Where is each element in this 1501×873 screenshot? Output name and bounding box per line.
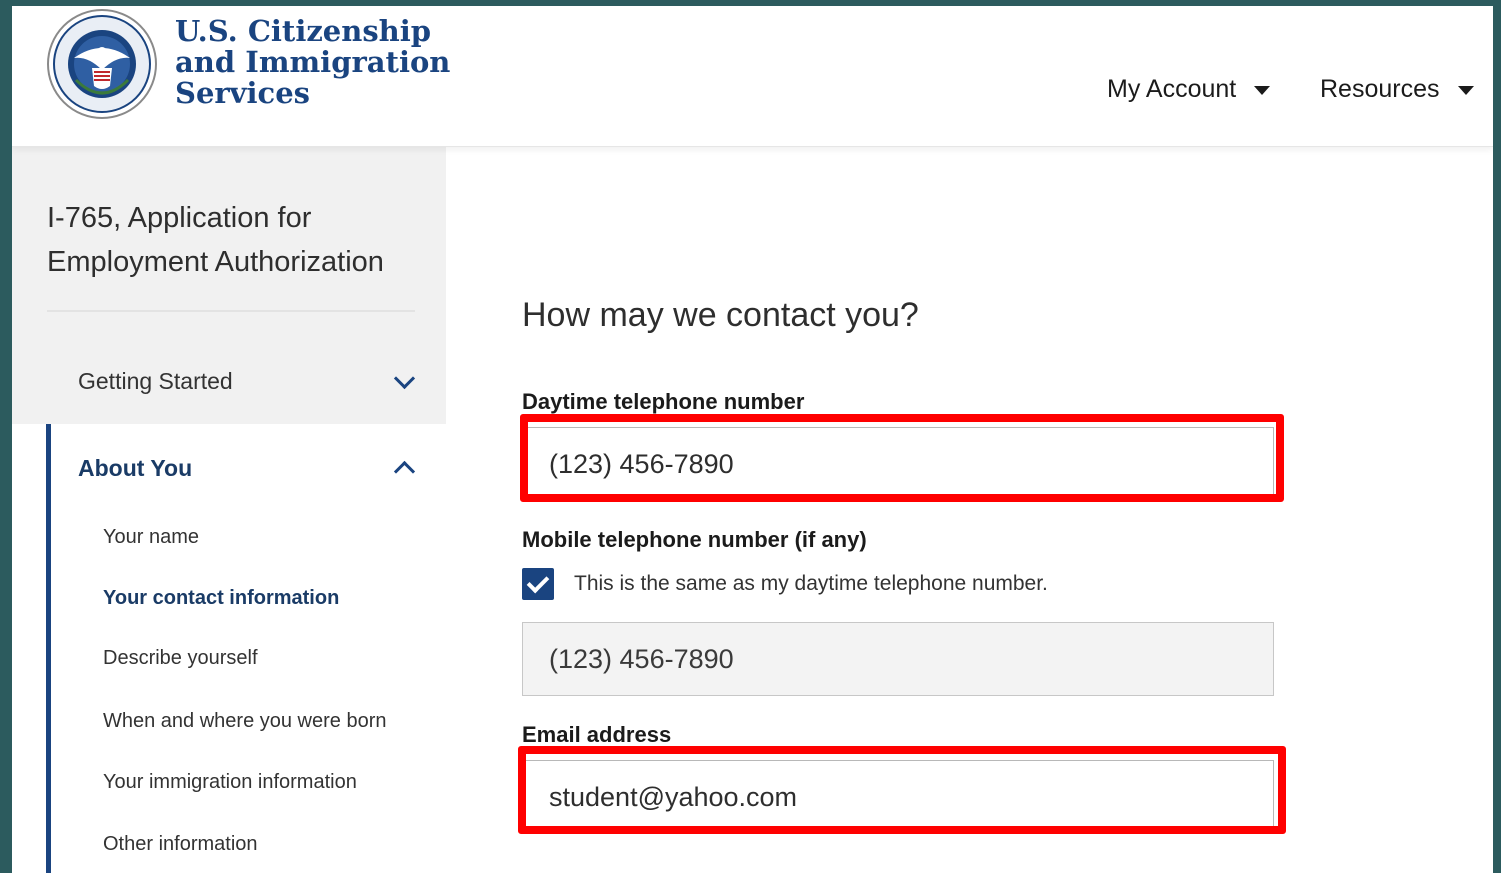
site-header: U.S. Citizenship and Immigration Service… [12,6,1493,147]
resources-menu[interactable]: Resources [1320,72,1474,106]
sidebar-item-birth-information[interactable]: When and where you were born [103,710,387,733]
chevron-down-icon [393,367,416,389]
my-account-label: My Account [1107,74,1237,103]
section-label: About You [78,454,193,481]
form-sidebar: I-765, Application for Employment Author… [12,146,446,873]
app-window: U.S. Citizenship and Immigration Service… [12,6,1493,873]
section-label: Getting Started [78,367,233,394]
resources-label: Resources [1320,74,1440,103]
agency-name-line-2: and Immigration [175,45,451,79]
same-as-daytime-label: This is the same as my daytime telephone… [574,572,1048,595]
daytime-phone-label: Daytime telephone number [522,389,805,414]
dhs-seal-icon [47,9,157,119]
mobile-phone-label: Mobile telephone number (if any) [522,527,867,552]
sidebar-item-your-contact-information[interactable]: Your contact information [103,587,339,610]
section-about-you[interactable]: About You [78,448,418,488]
same-as-daytime-checkbox-row[interactable]: This is the same as my daytime telephone… [522,568,1048,600]
agency-name[interactable]: U.S. Citizenship and Immigration Service… [175,14,451,110]
section-getting-started[interactable]: Getting Started [78,361,418,401]
active-section-indicator [46,424,51,873]
chevron-up-icon [393,460,416,482]
page-title: How may we contact you? [522,296,919,334]
form-title: I-765, Application for Employment Author… [47,202,384,278]
main-content: How may we contact you? Daytime telephon… [446,146,1493,873]
sidebar-item-other-information[interactable]: Other information [103,833,258,856]
sidebar-item-your-name[interactable]: Your name [103,526,199,549]
email-label: Email address [522,722,672,747]
caret-down-icon [1254,85,1271,95]
sidebar-divider [47,310,415,312]
email-input[interactable] [522,760,1274,834]
same-as-daytime-checkbox[interactable] [522,568,554,600]
sidebar-item-immigration-information[interactable]: Your immigration information [103,771,357,794]
my-account-menu[interactable]: My Account [1107,72,1271,106]
caret-down-icon [1457,85,1474,95]
daytime-phone-input[interactable] [522,427,1274,501]
sidebar-item-describe-yourself[interactable]: Describe yourself [103,647,258,670]
agency-name-line-1: U.S. Citizenship [175,14,432,48]
mobile-phone-input[interactable] [522,622,1274,696]
agency-name-line-3: Services [175,76,310,110]
